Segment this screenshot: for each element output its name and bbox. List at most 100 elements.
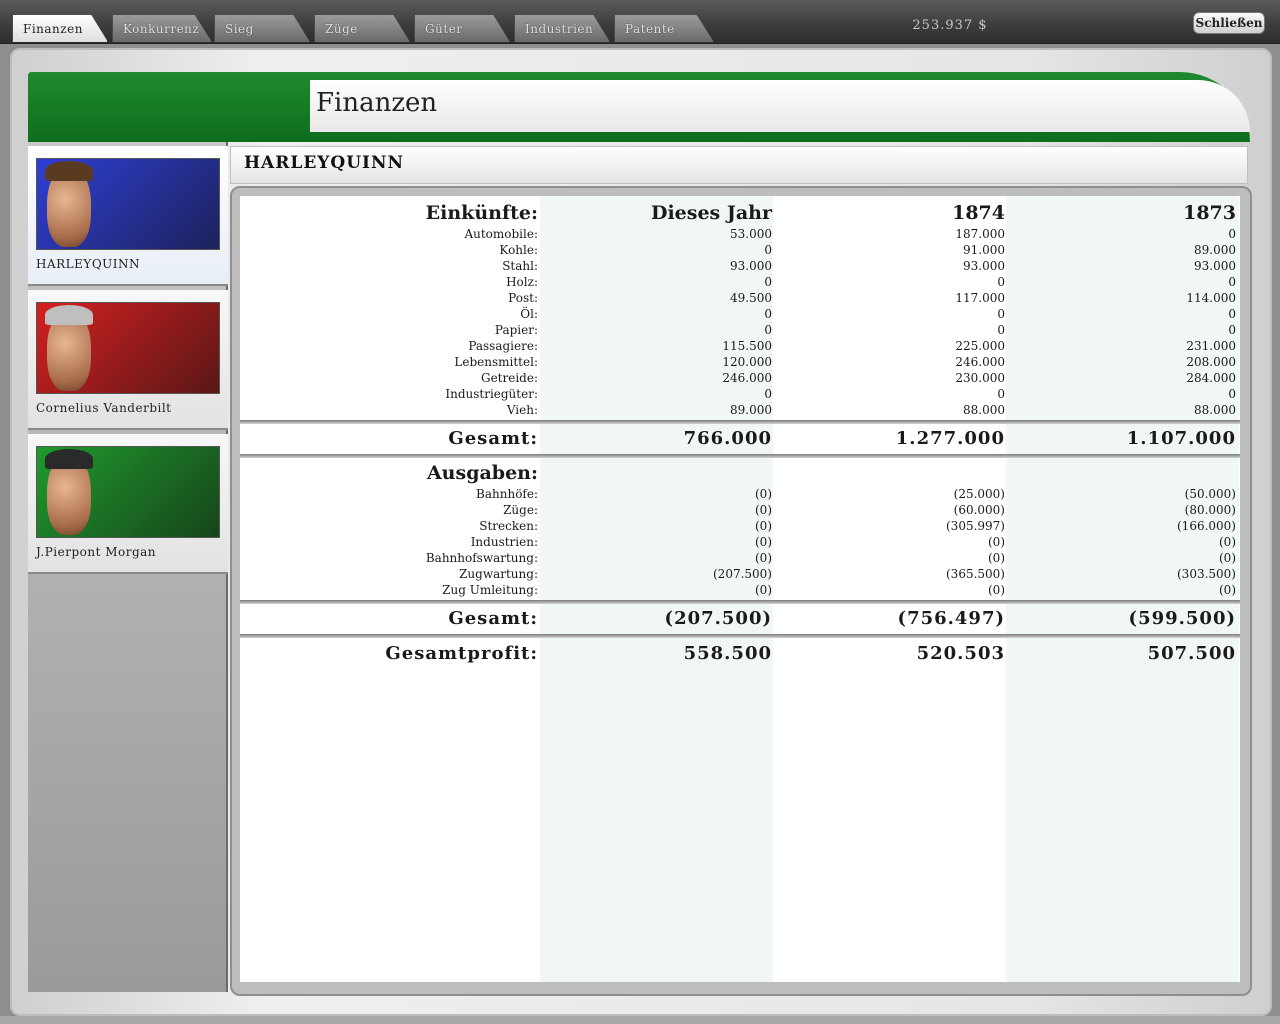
income-label: Lebensmittel: [454,355,538,369]
income-row: Lebensmittel: 120.000 246.000 208.000 [240,355,1240,371]
page-title: Finanzen [316,88,438,118]
expense-label: Bahnhöfe: [476,487,538,501]
income-value: 114.000 [1186,291,1236,305]
tab-zuege[interactable]: Züge [314,14,410,42]
income-label: Industriegüter: [445,387,538,401]
income-total-1873: 1.107.000 [1126,428,1236,449]
player-card-vanderbilt[interactable]: Cornelius Vanderbilt [28,290,228,430]
income-row: Stahl: 93.000 93.000 93.000 [240,259,1240,275]
tab-industrien[interactable]: Industrien [514,14,610,42]
income-value: 93.000 [730,259,772,273]
player-name: HARLEYQUINN [36,257,141,271]
income-value: 0 [1228,275,1236,289]
income-value: 246.000 [722,371,772,385]
income-value: 225.000 [955,339,1005,353]
expense-value: (0) [1219,551,1236,565]
income-value: 0 [1228,387,1236,401]
income-value: 0 [764,323,772,337]
income-row: Vieh: 89.000 88.000 88.000 [240,403,1240,419]
income-value: 89.000 [730,403,772,417]
income-label: Post: [508,291,538,305]
income-value: 115.500 [722,339,772,353]
expense-label: Zug Umleitung: [442,583,538,597]
title-plate [310,80,1250,132]
expense-value: (305.997) [946,519,1005,533]
expense-value: (303.500) [1177,567,1236,581]
expenses-heading-row: Ausgaben: [240,462,1240,486]
income-value: 0 [764,387,772,401]
income-label: Holz: [506,275,538,289]
income-value: 0 [1228,227,1236,241]
player-card-harleyquinn[interactable]: HARLEYQUINN [28,146,228,286]
expense-row: Bahnhöfe: (0) (25.000) (50.000) [240,487,1240,503]
expenses-total-label: Gesamt: [448,608,538,629]
expense-value: (50.000) [1184,487,1236,501]
income-value: 117.000 [955,291,1005,305]
expense-label: Industrien: [470,535,538,549]
tab-finanzen[interactable]: Finanzen [12,14,108,42]
income-value: 0 [764,307,772,321]
expenses-total-row: Gesamt: (207.500) (756.497) (599.500) [240,608,1240,632]
income-value: 187.000 [955,227,1005,241]
expense-row: Strecken: (0) (305.997) (166.000) [240,519,1240,535]
expenses-total-1874: (756.497) [897,608,1005,629]
expense-value: (207.500) [713,567,772,581]
player-portrait [36,302,220,394]
income-value: 230.000 [955,371,1005,385]
income-value: 0 [997,275,1005,289]
income-value: 88.000 [1194,403,1236,417]
expense-value: (0) [755,551,772,565]
expense-value: (0) [755,535,772,549]
expense-row: Bahnhofswartung: (0) (0) (0) [240,551,1240,567]
separator [240,454,1240,458]
income-row: Holz: 0 0 0 [240,275,1240,291]
tab-konkurrenz[interactable]: Konkurrenz [112,14,212,42]
income-value: 0 [997,387,1005,401]
profit-label: Gesamtprofit: [385,643,538,664]
income-value: 49.500 [730,291,772,305]
profit-current: 558.500 [683,643,772,664]
income-value: 0 [764,275,772,289]
expense-value: (0) [988,583,1005,597]
expense-row: Industrien: (0) (0) (0) [240,535,1240,551]
tab-sieg[interactable]: Sieg [214,14,310,42]
income-value: 231.000 [1186,339,1236,353]
income-heading: Einkünfte: [425,202,538,224]
income-row: Öl: 0 0 0 [240,307,1240,323]
portrait-hair [45,161,93,181]
income-label: Kohle: [499,243,538,257]
expense-value: (0) [755,519,772,533]
income-label: Papier: [494,323,538,337]
expense-label: Strecken: [479,519,538,533]
expense-value: (0) [755,487,772,501]
profit-1874: 520.503 [916,643,1005,664]
expense-value: (0) [988,551,1005,565]
tab-patente[interactable]: Patente [614,14,714,42]
profit-1873: 507.500 [1147,643,1236,664]
income-label: Getreide: [480,371,538,385]
income-value: 53.000 [730,227,772,241]
income-value: 0 [1228,323,1236,337]
close-button[interactable]: Schließen [1193,12,1265,34]
income-value: 208.000 [1186,355,1236,369]
income-value: 93.000 [963,259,1005,273]
income-value: 0 [1228,307,1236,321]
expense-row: Züge: (0) (60.000) (80.000) [240,503,1240,519]
finance-table: Einkünfte: Dieses Jahr 1874 1873 Automob… [240,196,1240,982]
expenses-total-current: (207.500) [664,608,772,629]
income-value: 284.000 [1186,371,1236,385]
expenses-total-1873: (599.500) [1128,608,1236,629]
expense-value: (80.000) [1184,503,1236,517]
player-card-morgan[interactable]: J.Pierpont Morgan [28,434,228,574]
player-sidebar: HARLEYQUINN Cornelius Vanderbilt J.Pierp… [28,142,228,992]
column-current-year: Dieses Jahr [650,202,772,224]
expense-value: (0) [755,583,772,597]
expense-value: (0) [1219,535,1236,549]
income-row: Automobile: 53.000 187.000 0 [240,227,1240,243]
tab-gueter[interactable]: Güter [414,14,510,42]
income-label: Passagiere: [468,339,538,353]
income-label: Stahl: [502,259,538,273]
portrait-hat [45,449,93,469]
income-value: 0 [997,323,1005,337]
separator [240,600,1240,604]
